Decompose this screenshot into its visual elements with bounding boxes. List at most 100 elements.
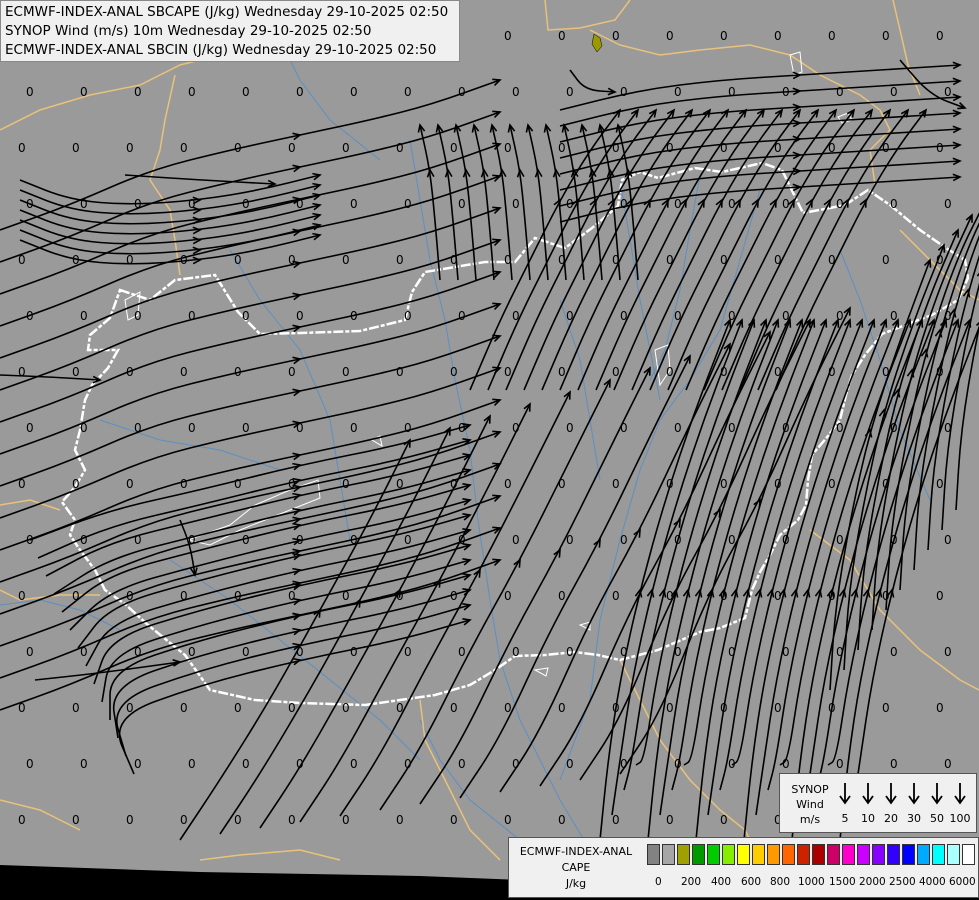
sbcin-value-label: 0 xyxy=(782,533,790,547)
sbcin-value-label: 0 xyxy=(612,477,620,491)
sbcin-value-label: 0 xyxy=(242,533,250,547)
sbcin-value-label: 0 xyxy=(134,533,142,547)
sbcin-value-label: 0 xyxy=(828,29,836,43)
cape-legend-tick: 400 xyxy=(711,876,732,888)
sbcin-value-label: 0 xyxy=(774,141,782,155)
sbcin-value-label: 0 xyxy=(782,645,790,659)
sbcin-value-label: 0 xyxy=(720,365,728,379)
sbcin-value-label: 0 xyxy=(126,701,134,715)
down-arrow-icon xyxy=(834,780,856,808)
sbcin-value-label: 0 xyxy=(512,421,520,435)
sbcin-value-label: 0 xyxy=(26,197,34,211)
cape-legend-swatch xyxy=(842,844,855,865)
sbcin-value-label: 0 xyxy=(936,589,944,603)
sbcin-value-label: 0 xyxy=(566,85,574,99)
sbcin-value-label: 0 xyxy=(180,253,188,267)
sbcin-value-label: 0 xyxy=(836,197,844,211)
sbcin-value-label: 0 xyxy=(558,813,566,827)
sbcin-value-label: 0 xyxy=(234,589,242,603)
sbcin-value-label: 0 xyxy=(566,421,574,435)
sbcin-value-label: 0 xyxy=(512,309,520,323)
cape-legend-title-line: ECMWF-INDEX-ANAL xyxy=(519,845,633,858)
sbcin-value-label: 0 xyxy=(666,813,674,827)
cape-legend-swatch xyxy=(962,844,975,865)
wind-legend-speed: 5 xyxy=(841,812,849,825)
sbcin-value-label: 0 xyxy=(80,645,88,659)
cape-legend-tick: 600 xyxy=(741,876,762,888)
sbcin-value-label: 0 xyxy=(134,645,142,659)
sbcin-value-label: 0 xyxy=(342,701,350,715)
sbcin-value-label: 0 xyxy=(882,141,890,155)
sbcin-value-label: 0 xyxy=(612,253,620,267)
cape-legend-swatch xyxy=(662,844,675,865)
sbcin-value-label: 0 xyxy=(774,477,782,491)
sbcin-value-label: 0 xyxy=(944,85,952,99)
sbcin-value-label: 0 xyxy=(836,645,844,659)
sbcin-value-label: 0 xyxy=(612,701,620,715)
sbcin-value-label: 0 xyxy=(828,141,836,155)
wind-legend-speed: 100 xyxy=(949,812,971,825)
sbcin-value-label: 0 xyxy=(180,141,188,155)
cape-legend-title-line: CAPE xyxy=(561,861,591,874)
sbcin-value-label: 0 xyxy=(72,365,80,379)
sbcin-value-label: 0 xyxy=(450,813,458,827)
sbcin-value-label: 0 xyxy=(504,141,512,155)
sbcin-value-label: 0 xyxy=(72,477,80,491)
sbcin-value-label: 0 xyxy=(890,645,898,659)
sbcin-value-label: 0 xyxy=(180,589,188,603)
sbcin-value-label: 0 xyxy=(720,701,728,715)
sbcin-value-label: 0 xyxy=(350,421,358,435)
sbcin-value-label: 0 xyxy=(396,701,404,715)
wind-legend: SYNOP Wind m/s 5 10 20 30 50 100 xyxy=(779,773,977,833)
sbcin-value-label: 0 xyxy=(450,253,458,267)
sbcin-value-label: 0 xyxy=(126,589,134,603)
sbcin-value-label: 0 xyxy=(674,533,682,547)
sbcin-value-label: 0 xyxy=(504,29,512,43)
sbcin-value-label: 0 xyxy=(26,421,34,435)
sbcin-value-label: 0 xyxy=(72,589,80,603)
sbcin-value-label: 0 xyxy=(288,477,296,491)
sbcin-value-label: 0 xyxy=(944,757,952,771)
sbcin-value-label: 0 xyxy=(242,309,250,323)
sbcin-value-label: 0 xyxy=(666,589,674,603)
sbcin-value-label: 0 xyxy=(80,309,88,323)
sbcin-value-label: 0 xyxy=(620,309,628,323)
sbcin-value-label: 0 xyxy=(620,421,628,435)
down-arrow-icon xyxy=(926,780,948,808)
sbcin-value-label: 0 xyxy=(72,701,80,715)
sbcin-value-label: 0 xyxy=(774,365,782,379)
sbcin-value-label: 0 xyxy=(458,197,466,211)
down-arrow-icon xyxy=(949,780,971,808)
cape-legend-tick: 1500 xyxy=(829,876,856,888)
wind-legend-speed: 20 xyxy=(884,812,898,825)
sbcin-value-label: 0 xyxy=(720,477,728,491)
cape-legend-tick: 200 xyxy=(681,876,702,888)
sbcin-value-label: 0 xyxy=(944,645,952,659)
sbcin-value-label: 0 xyxy=(188,85,196,99)
sbcin-value-label: 0 xyxy=(18,701,26,715)
sbcin-value-label: 0 xyxy=(728,533,736,547)
sbcin-value-label: 0 xyxy=(242,757,250,771)
sbcin-value-label: 0 xyxy=(836,421,844,435)
sbcin-value-label: 0 xyxy=(620,85,628,99)
sbcin-value-label: 0 xyxy=(774,589,782,603)
sbcin-value-label: 0 xyxy=(828,701,836,715)
sbcin-value-label: 0 xyxy=(666,477,674,491)
sbcin-value-label: 0 xyxy=(296,533,304,547)
sbcin-value-label: 0 xyxy=(458,645,466,659)
sbcin-value-label: 0 xyxy=(350,645,358,659)
sbcin-value-label: 0 xyxy=(18,365,26,379)
sbcin-value-label: 0 xyxy=(674,85,682,99)
wind-legend-speed: 30 xyxy=(907,812,921,825)
sbcin-value-label: 0 xyxy=(404,85,412,99)
cape-legend-swatch xyxy=(887,844,900,865)
sbcin-value-label: 0 xyxy=(180,813,188,827)
weather-map: 0 0 0 0 0 0 0 0 0 0 0 0 0 0 0 0 0 0 0 0 0 0 0 0 0 0 0 0 0 0 0 0 0 0 0 0 0 0 0 0… xyxy=(0,0,979,900)
sbcin-value-label: 0 xyxy=(72,253,80,267)
sbcin-value-label: 0 xyxy=(396,253,404,267)
header-line-sbcape: ECMWF-INDEX-ANAL SBCAPE (J/kg) Wednesday… xyxy=(5,4,449,20)
sbcin-value-label: 0 xyxy=(504,701,512,715)
cape-legend-swatch xyxy=(722,844,735,865)
sbcin-value-label: 0 xyxy=(134,309,142,323)
sbcin-value-label: 0 xyxy=(882,477,890,491)
